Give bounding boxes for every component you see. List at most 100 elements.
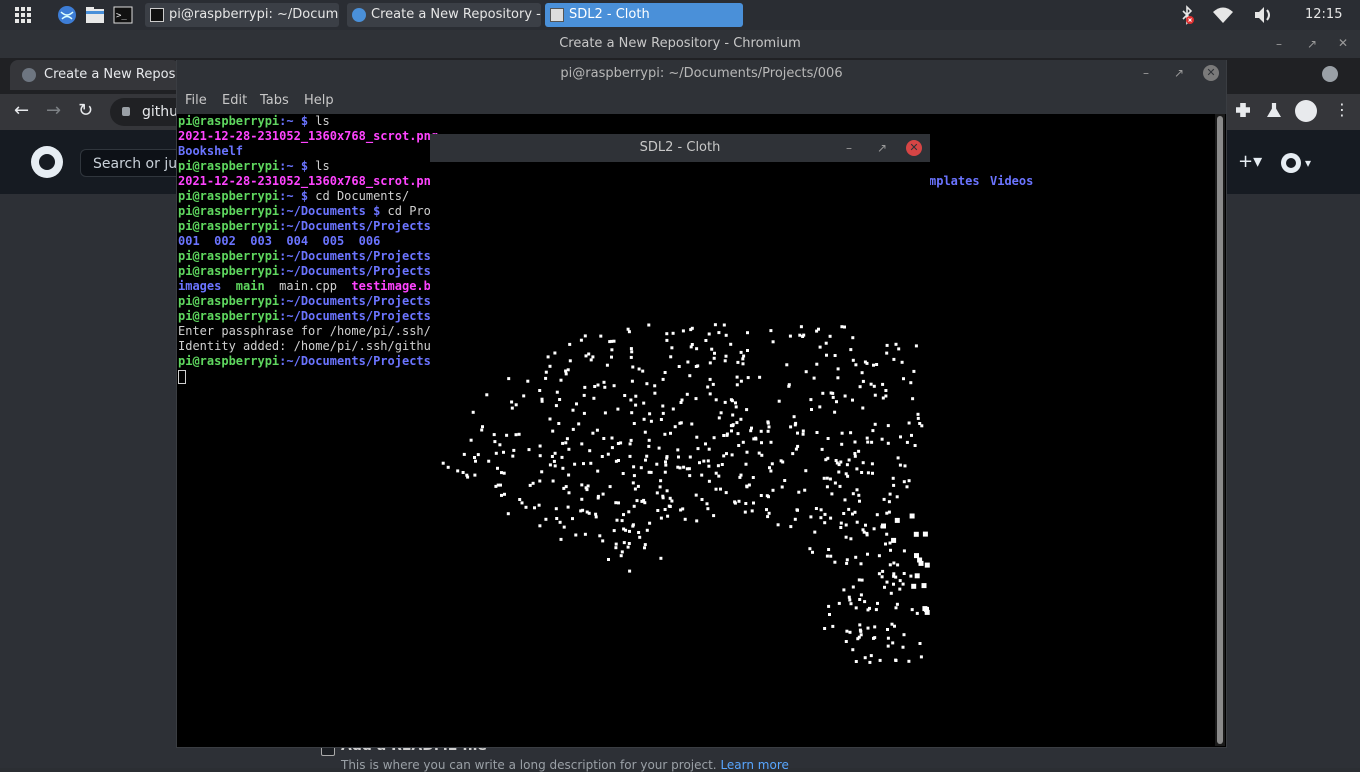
learn-more-link[interactable]: Learn more [720, 758, 788, 772]
cloth-particle [580, 442, 584, 446]
menu-help[interactable]: Help [304, 93, 334, 108]
terminal-cursor [178, 369, 186, 384]
terminal-prompt-user: pi@raspberrypi [178, 189, 280, 203]
cloth-particle [842, 512, 846, 515]
taskbar-btn-terminal[interactable]: pi@raspberrypi: ~/Docum... [145, 3, 339, 27]
cloth-particle [663, 371, 667, 374]
cloth-particle [661, 494, 665, 498]
terminal-prompt-user: pi@raspberrypi [178, 354, 280, 368]
chromium-window-title: Create a New Repository - Chromium [559, 36, 801, 51]
cloth-particle [670, 346, 674, 350]
cloth-particle [861, 461, 865, 465]
cloth-particle [548, 417, 552, 421]
sdl-maximize-icon[interactable]: ↗ [877, 141, 887, 155]
cloth-particle [638, 535, 642, 539]
cloth-particle [844, 472, 848, 476]
cloth-particle [502, 450, 505, 454]
cloth-particle [822, 476, 826, 480]
cloth-particle [858, 385, 862, 389]
cloth-particle [632, 474, 636, 478]
cloth-particle [884, 389, 888, 392]
cloth-particle [866, 552, 869, 556]
cloth-particle [685, 392, 689, 396]
cloth-particle [574, 533, 578, 537]
cloth-particle [734, 401, 737, 405]
cloth-particle [661, 404, 665, 408]
tab-search-icon[interactable] [1322, 66, 1338, 82]
terminal-maximize-icon[interactable]: ↗ [1174, 66, 1184, 80]
github-user-avatar[interactable] [1281, 153, 1301, 173]
cloth-particle [760, 441, 763, 445]
cloth-particle [754, 436, 758, 440]
cloth-particle [502, 471, 506, 475]
terminal-icon[interactable]: >_ [112, 4, 134, 26]
cloth-particle [669, 431, 672, 435]
sdl-minimize-icon[interactable]: – [846, 141, 852, 155]
cloth-particle [828, 477, 832, 481]
browser-globe-icon[interactable] [56, 4, 78, 26]
cloth-particle [836, 376, 840, 380]
cloth-particle [471, 410, 475, 414]
cloth-particle [603, 385, 607, 389]
volume-icon[interactable] [1252, 4, 1274, 26]
taskbar-btn-sdl[interactable]: SDL2 - Cloth [545, 3, 743, 27]
cloth-particle [885, 343, 889, 347]
wifi-icon[interactable] [1212, 4, 1234, 26]
chromium-close-icon[interactable]: ✕ [1338, 36, 1348, 50]
cloth-particle [767, 511, 771, 515]
cloth-particle [584, 354, 588, 358]
cloth-particle [608, 340, 612, 344]
profile-avatar-icon[interactable] [1295, 100, 1317, 122]
browser-menu-icon[interactable]: ⋮ [1334, 100, 1350, 119]
terminal-mini-icon [150, 8, 164, 22]
menu-tabs[interactable]: Tabs [260, 93, 289, 108]
terminal-scrollbar-thumb[interactable] [1217, 116, 1223, 744]
cloth-particle [861, 528, 865, 532]
cloth-particle [839, 521, 843, 525]
github-logo-icon[interactable] [31, 146, 63, 178]
avatar-dropdown-icon[interactable]: ▾ [1305, 156, 1311, 170]
cloth-particle [739, 473, 743, 477]
cloth-particle [844, 640, 848, 643]
tab-create-repository[interactable]: Create a New Repositor [10, 60, 180, 90]
cloth-particle [663, 508, 667, 511]
cloth-particle [801, 432, 805, 436]
cloth-simulation-canvas[interactable] [430, 162, 930, 664]
cloth-particle [828, 613, 831, 616]
cloth-particle [629, 347, 633, 351]
forward-icon[interactable]: → [46, 100, 61, 121]
cloth-particle [630, 379, 634, 383]
cloth-particle [739, 379, 743, 383]
cloth-particle [924, 562, 930, 568]
cloth-particle [473, 456, 476, 459]
cloth-particle [741, 362, 745, 366]
terminal-minimize-icon[interactable]: – [1143, 66, 1149, 80]
file-manager-icon[interactable] [84, 4, 106, 26]
cloth-particle [566, 505, 570, 509]
create-new-plus-icon[interactable]: +▾ [1238, 151, 1262, 172]
cloth-particle [708, 392, 712, 396]
apps-grid-icon[interactable] [12, 4, 34, 26]
cloth-particle [520, 501, 524, 505]
back-icon[interactable]: ← [14, 100, 29, 121]
terminal-close-icon[interactable]: ✕ [1203, 65, 1219, 81]
cloth-particle [809, 515, 813, 519]
cloth-particle [564, 441, 568, 445]
menu-file[interactable]: File [185, 93, 207, 108]
cloth-particle [819, 516, 823, 520]
cloth-particle [873, 393, 877, 397]
menu-edit[interactable]: Edit [222, 93, 247, 108]
sdl-close-icon[interactable]: ✕ [906, 140, 922, 156]
reload-icon[interactable]: ↻ [78, 100, 93, 121]
chromium-minimize-icon[interactable]: – [1276, 37, 1282, 51]
cloth-particle [769, 469, 773, 473]
cloth-particle [544, 517, 548, 521]
cloth-particle [567, 447, 571, 451]
terminal-dir-videos: Videos [990, 174, 1034, 188]
cloth-particle [799, 325, 803, 329]
taskbar-btn-chromium[interactable]: Create a New Repository - ... [347, 3, 541, 27]
cloth-particle [793, 517, 797, 521]
bluetooth-icon[interactable] [1176, 4, 1198, 26]
cloth-particle [798, 333, 802, 337]
chromium-maximize-icon[interactable]: ↗ [1307, 37, 1317, 51]
